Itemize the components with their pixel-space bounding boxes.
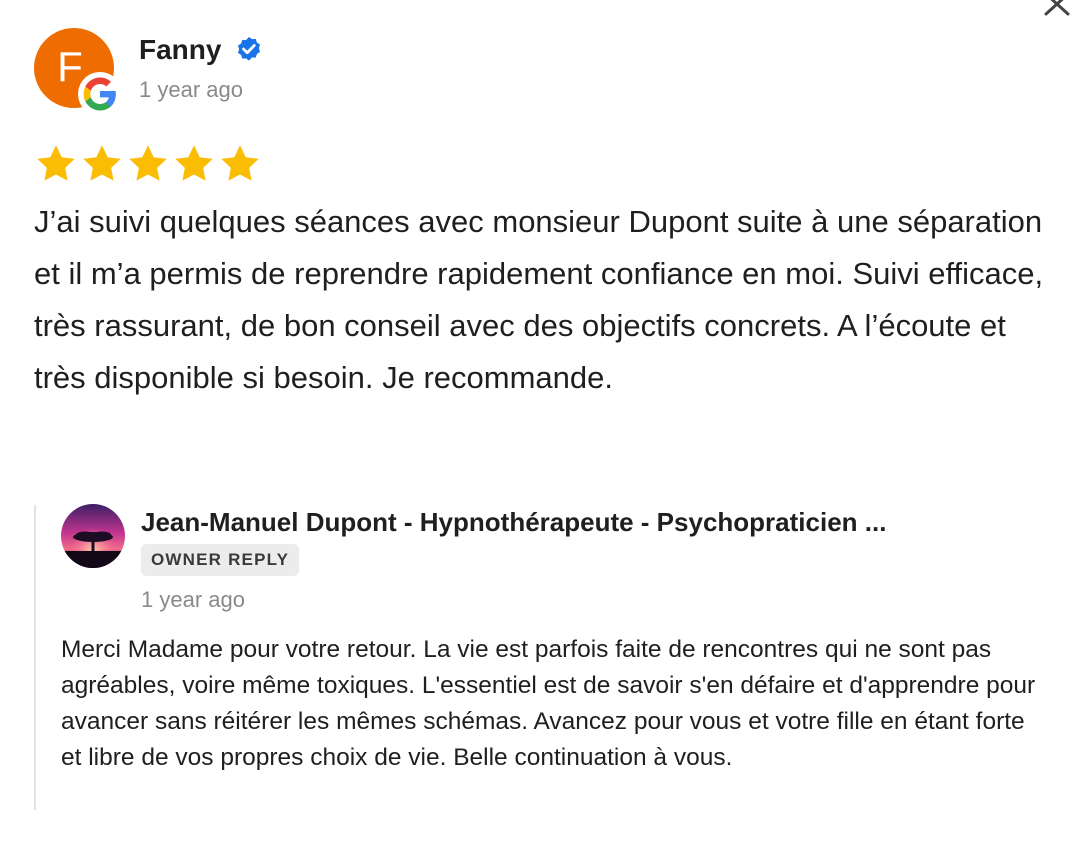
star-icon xyxy=(129,145,167,181)
star-rating xyxy=(34,142,262,186)
star-icon xyxy=(37,145,75,181)
star-icon xyxy=(83,145,121,181)
avatar-letter: F xyxy=(57,43,83,90)
star-icon xyxy=(221,145,259,181)
owner-reply-badge: OWNER REPLY xyxy=(141,544,300,576)
star-icon xyxy=(175,145,213,181)
review-body: J’ai suivi quelques séances avec monsieu… xyxy=(34,204,1044,395)
owner-name[interactable]: Jean-Manuel Dupont - Hypnothérapeute - P… xyxy=(141,504,1021,540)
close-button[interactable] xyxy=(1040,0,1074,24)
reviewer-avatar-group[interactable]: F xyxy=(34,28,124,118)
reviewer-name[interactable]: Fanny xyxy=(139,32,221,68)
verified-badge-icon xyxy=(234,35,264,65)
reply-divider xyxy=(34,505,36,810)
owner-avatar[interactable] xyxy=(61,504,125,568)
reply-body: Merci Madame pour votre retour. La vie e… xyxy=(61,636,1036,771)
google-g-icon xyxy=(78,72,122,116)
review-timestamp: 1 year ago xyxy=(139,77,243,102)
reply-timestamp: 1 year ago xyxy=(141,587,245,612)
close-icon xyxy=(1044,0,1070,16)
